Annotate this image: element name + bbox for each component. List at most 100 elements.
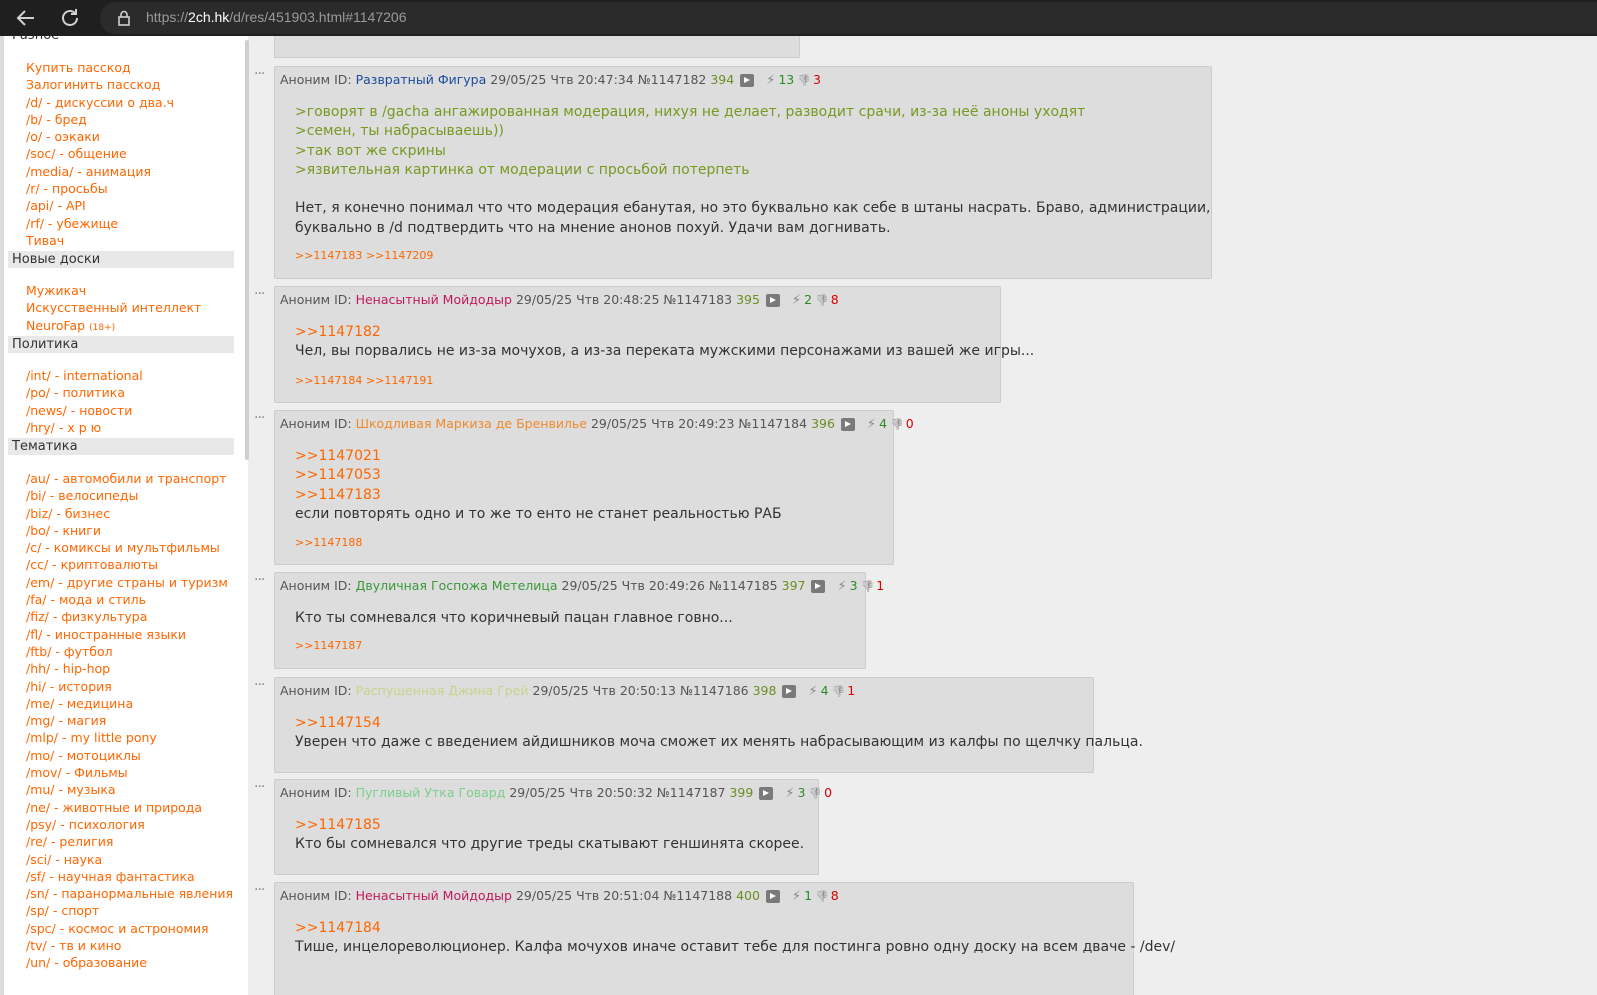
- post-number[interactable]: №1147184: [738, 416, 807, 431]
- play-icon[interactable]: [782, 685, 797, 698]
- post-number[interactable]: №1147187: [657, 785, 726, 800]
- sidebar-board-link[interactable]: /api/ - API: [26, 197, 174, 214]
- sidebar-board-link[interactable]: /mlp/ - my little pony: [26, 729, 233, 746]
- sidebar-board-link[interactable]: Тивач: [26, 232, 174, 249]
- sidebar-board-link[interactable]: /tv/ - тв и кино: [26, 937, 233, 954]
- post-number[interactable]: №1147186: [680, 683, 749, 698]
- thumbs-down-icon[interactable]: 👎: [808, 787, 822, 800]
- sidebar-board-link[interactable]: /fl/ - иностранные языки: [26, 626, 233, 643]
- sidebar-board-link[interactable]: /mo/ - мотоциклы: [26, 747, 233, 764]
- post-replies[interactable]: >>1147184 >>1147191: [295, 374, 433, 387]
- thumbs-up-icon[interactable]: ⚡: [792, 889, 801, 904]
- sidebar-board-link[interactable]: /sp/ - спорт: [26, 902, 233, 919]
- sidebar-board-link[interactable]: /sn/ - паранормальные явления: [26, 885, 233, 902]
- sidebar-board-link[interactable]: /biz/ - бизнес: [26, 505, 233, 522]
- sidebar-board-link[interactable]: /bo/ - книги: [26, 522, 233, 539]
- sidebar-board-link[interactable]: NeuroFap (18+): [26, 317, 201, 334]
- sidebar-board-link[interactable]: /ftb/ - футбол: [26, 643, 233, 660]
- reply-link[interactable]: >>1147182: [295, 323, 1034, 342]
- sidebar-board-link[interactable]: /ne/ - животные и природа: [26, 799, 233, 816]
- sidebar-board-link[interactable]: /hi/ - история: [26, 678, 233, 695]
- thumbs-up-icon[interactable]: ⚡: [785, 786, 794, 801]
- sidebar-board-link[interactable]: /soc/ - общение: [26, 145, 174, 162]
- sidebar-board-link[interactable]: /mg/ - магия: [26, 712, 233, 729]
- sidebar-board-link[interactable]: /me/ - медицина: [26, 695, 233, 712]
- sidebar-board-link[interactable]: /bi/ - велосипеды: [26, 487, 233, 504]
- post-replies[interactable]: >>1147188: [295, 536, 362, 549]
- sidebar-board-link[interactable]: Залогинить пасскод: [26, 76, 174, 93]
- address-bar[interactable]: https://2ch.hk/d/res/451903.html#1147206: [100, 2, 1597, 34]
- reply-link[interactable]: >>1147021: [295, 447, 782, 466]
- back-arrow-icon[interactable]: [14, 6, 38, 30]
- thumbs-down-icon[interactable]: 👎: [832, 685, 846, 698]
- sidebar-board-link[interactable]: /d/ - дискуссии о два.ч: [26, 94, 174, 111]
- sidebar-board-link[interactable]: Искусственный интеллект: [26, 299, 201, 316]
- sidebar-board-link[interactable]: /o/ - оэкаки: [26, 128, 174, 145]
- thumbs-down-icon[interactable]: 👎: [815, 890, 829, 903]
- sidebar-board-link[interactable]: /rf/ - убежище: [26, 215, 174, 232]
- sidebar-board-link[interactable]: Мужикач: [26, 282, 201, 299]
- sidebar-board-label: /sn/ - паранормальные явления: [26, 886, 234, 902]
- sidebar-board-link[interactable]: /spc/ - космос и астрономия: [26, 920, 233, 937]
- play-icon[interactable]: [765, 294, 780, 307]
- reload-icon[interactable]: [58, 6, 82, 30]
- sidebar-board-link[interactable]: /fiz/ - физкультура: [26, 608, 233, 625]
- post-number[interactable]: №1147183: [663, 292, 732, 307]
- sidebar-board-link[interactable]: /b/ - бред: [26, 111, 174, 128]
- sidebar-board-link[interactable]: /sci/ - наука: [26, 851, 233, 868]
- post-number[interactable]: №1147188: [663, 888, 732, 903]
- thumbs-up-icon[interactable]: ⚡: [867, 417, 876, 432]
- sidebar-board-link[interactable]: /hh/ - hip-hop: [26, 660, 233, 677]
- url-text[interactable]: https://2ch.hk/d/res/451903.html#1147206: [146, 9, 407, 25]
- reply-link[interactable]: >>1147185: [295, 816, 804, 835]
- sidebar-board-link[interactable]: /c/ - комиксы и мультфильмы: [26, 539, 233, 556]
- play-icon[interactable]: [840, 418, 855, 431]
- sidebar-board-link[interactable]: /mov/ - Фильмы: [26, 764, 233, 781]
- reply-link[interactable]: >>1147183: [295, 486, 782, 505]
- ellipsis-icon[interactable]: ···: [254, 410, 265, 426]
- reply-link[interactable]: >>1147154: [295, 714, 1143, 733]
- sidebar-board-link[interactable]: /psy/ - психология: [26, 816, 233, 833]
- sidebar-board-label: /psy/ - психология: [26, 816, 145, 832]
- sidebar-board-link[interactable]: /sf/ - научная фантастика: [26, 868, 233, 885]
- ellipsis-icon[interactable]: ···: [254, 882, 265, 898]
- reply-link[interactable]: >>1147184: [295, 919, 1175, 938]
- thumbs-up-icon[interactable]: ⚡: [792, 293, 801, 308]
- sidebar-board-link[interactable]: /int/ - international: [26, 367, 143, 384]
- sidebar-board-link[interactable]: /au/ - автомобили и транспорт: [26, 470, 233, 487]
- thumbs-down-icon[interactable]: 👎: [815, 294, 829, 307]
- post-number[interactable]: №1147185: [709, 578, 778, 593]
- post-replies[interactable]: >>1147187: [295, 639, 362, 652]
- sidebar-board-link[interactable]: /mu/ - музыка: [26, 781, 233, 798]
- thumbs-up-icon[interactable]: ⚡: [837, 579, 846, 594]
- thumbs-up-icon[interactable]: ⚡: [766, 73, 775, 88]
- ellipsis-icon[interactable]: ···: [254, 572, 265, 588]
- play-icon[interactable]: [759, 787, 774, 800]
- sidebar-board-link[interactable]: /em/ - другие страны и туризм: [26, 574, 233, 591]
- play-icon[interactable]: [765, 890, 780, 903]
- play-icon[interactable]: [740, 74, 755, 87]
- ellipsis-icon[interactable]: ···: [254, 677, 265, 693]
- sidebar-board-link[interactable]: /cc/ - криптовалюты: [26, 556, 233, 573]
- thumbs-down-icon[interactable]: 👎: [861, 580, 875, 593]
- sidebar-board-link[interactable]: /re/ - религия: [26, 833, 233, 850]
- sidebar-board-link[interactable]: /fa/ - мода и стиль: [26, 591, 233, 608]
- sidebar-board-link[interactable]: /r/ - просьбы: [26, 180, 174, 197]
- ellipsis-icon[interactable]: ···: [254, 66, 265, 82]
- sidebar-board-link[interactable]: /un/ - образование: [26, 954, 233, 971]
- ellipsis-icon[interactable]: ···: [254, 779, 265, 795]
- post-number[interactable]: №1147182: [638, 72, 707, 87]
- sidebar-board-link[interactable]: Купить пасскод: [26, 59, 174, 76]
- post-replies[interactable]: >>1147183 >>1147209: [295, 249, 433, 262]
- ellipsis-icon[interactable]: ···: [254, 286, 265, 302]
- thumbs-down-icon[interactable]: 👎: [797, 74, 811, 87]
- sidebar-board-link[interactable]: /po/ - политика: [26, 384, 143, 401]
- message-line: буквально в /d подтвердить что на мнение…: [295, 219, 891, 236]
- reply-link[interactable]: >>1147053: [295, 466, 782, 485]
- thumbs-up-icon[interactable]: ⚡: [808, 684, 817, 699]
- sidebar-board-link[interactable]: /news/ - новости: [26, 402, 143, 419]
- thumbs-down-icon[interactable]: 👎: [890, 418, 904, 431]
- sidebar-board-link[interactable]: /media/ - анимация: [26, 163, 174, 180]
- play-icon[interactable]: [811, 580, 826, 593]
- sidebar-board-link[interactable]: /hry/ - х р ю: [26, 419, 143, 436]
